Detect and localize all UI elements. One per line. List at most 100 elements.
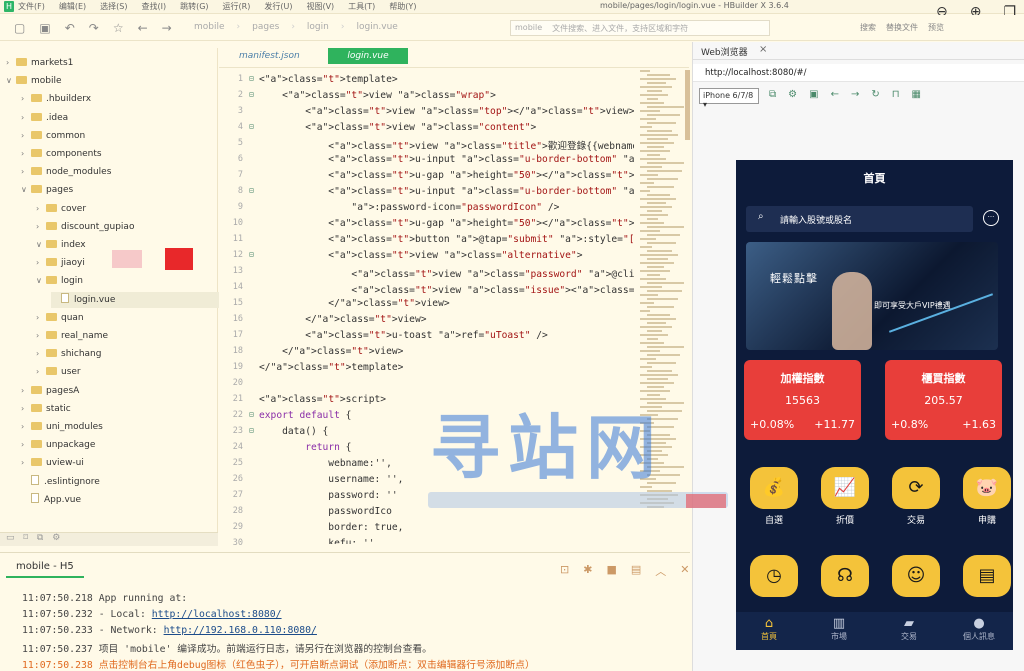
code-line[interactable]: </"a">class="t">view> <box>259 346 403 357</box>
fold-toggle-icon[interactable]: ⊟ <box>249 74 254 83</box>
forward-icon[interactable]: → <box>851 89 859 100</box>
nav-item-trade[interactable]: ▰ 交易 <box>884 616 934 642</box>
fold-toggle-icon[interactable]: ⊟ <box>249 250 254 259</box>
favorite-icon[interactable]: ☆ <box>113 21 124 35</box>
chevron-right-icon[interactable]: › <box>21 383 31 399</box>
code-line[interactable]: return { <box>259 442 351 453</box>
tree-item[interactable]: › .hbuilderx <box>21 91 91 107</box>
folder-icon[interactable]: ▭ <box>6 533 15 543</box>
settings-icon[interactable]: ⚙ <box>52 533 60 543</box>
stock-search-input[interactable]: ⌕ 請輸入股號或股名 <box>746 206 973 232</box>
chevron-right-icon[interactable]: › <box>21 419 31 435</box>
tree-item[interactable]: ∨ mobile <box>6 73 62 89</box>
save-icon[interactable]: ▣ <box>39 21 50 35</box>
lock-icon[interactable]: ⊓ <box>892 89 900 100</box>
chevron-right-icon[interactable]: › <box>6 55 16 71</box>
url-bar[interactable]: http://localhost:8080/#/ <box>693 64 1024 82</box>
device-select[interactable]: iPhone 6/7/8 ▾ <box>699 88 759 109</box>
code-line[interactable]: </"a">class="t">template> <box>259 362 403 373</box>
browser-tab[interactable]: Web浏览器 × <box>693 42 1024 60</box>
code-line[interactable]: kefu: '' <box>259 538 374 544</box>
tree-item[interactable]: › node_modules <box>21 164 111 180</box>
chevron-right-icon[interactable]: › <box>21 164 31 180</box>
nav-item-market[interactable]: ▥ 市場 <box>814 616 864 642</box>
code-line[interactable]: <"a">class="t">script> <box>259 394 386 405</box>
copy-icon[interactable]: ⧉ <box>37 533 43 543</box>
code-line[interactable]: <"a">class="t">template> <box>259 74 398 85</box>
code-line[interactable]: <"a">class="t">u-input "a">class="u-bord… <box>259 154 634 165</box>
stop-icon[interactable]: ■ <box>606 563 616 579</box>
chevron-down-icon[interactable]: ∨ <box>36 273 46 289</box>
code-line[interactable]: <"a">class="t">u-gap "a">height="50"></"… <box>259 218 634 229</box>
chevron-right-icon[interactable]: › <box>21 146 31 162</box>
menu-item[interactable]: 运行(R) <box>223 1 251 12</box>
chevron-right-icon[interactable]: › <box>21 455 31 471</box>
code-line[interactable]: <"a">class="t">view "a">class="title">歡迎… <box>259 138 634 152</box>
tree-item[interactable]: › .idea <box>21 110 68 126</box>
tree-item[interactable]: › quan <box>36 310 84 326</box>
tree-item[interactable]: › pagesA <box>21 383 79 399</box>
chevron-right-icon[interactable]: › <box>36 201 46 217</box>
user-icon[interactable]: ☺ <box>892 555 940 597</box>
chevron-right-icon[interactable]: › <box>21 401 31 417</box>
bookmark-icon[interactable]: ⌑ <box>23 533 28 543</box>
fold-toggle-icon[interactable]: ⊟ <box>249 186 254 195</box>
code-line[interactable]: password: '' <box>259 490 397 501</box>
menu-item[interactable]: 跳转(G) <box>180 1 208 12</box>
breadcrumb-item[interactable]: login.vue <box>356 22 397 32</box>
lock-icon[interactable]: ⊡ <box>560 563 569 579</box>
toolbar-action[interactable]: 替换文件 <box>886 22 918 33</box>
toolbar-action[interactable]: 搜索 <box>860 22 876 33</box>
close-panel-icon[interactable]: ✕ <box>680 563 689 579</box>
code-line[interactable]: border: true, <box>259 522 403 533</box>
tree-item[interactable]: › components <box>21 146 102 162</box>
settings-icon[interactable]: ⚙ <box>788 89 797 100</box>
menu-item[interactable]: 编辑(E) <box>59 1 86 12</box>
promo-banner[interactable]: 輕鬆點擊 即可享受大戶VIP禮遇 <box>746 242 998 350</box>
chevron-right-icon[interactable]: › <box>36 255 46 271</box>
exchange-icon[interactable]: ⟳ <box>892 467 940 509</box>
tree-item[interactable]: › real_name <box>36 328 108 344</box>
tree-item[interactable]: .eslintignore <box>21 474 100 490</box>
search-input[interactable]: mobile 文件搜索、进入文件，支持区域和字符 <box>510 20 770 36</box>
code-line[interactable]: data() { <box>259 426 328 437</box>
back-icon[interactable]: ← <box>138 21 148 35</box>
tree-item[interactable]: › discount_gupiao <box>36 219 134 235</box>
chart-up-icon[interactable]: 📈 <box>821 467 869 509</box>
browser-tab-label[interactable]: Web浏览器 <box>701 45 748 58</box>
fold-toggle-icon[interactable]: ⊟ <box>249 410 254 419</box>
nav-item-home[interactable]: ⌂ 首頁 <box>744 616 794 642</box>
code-line[interactable]: <"a">class="t">view "a">class="password"… <box>259 266 634 280</box>
chevron-right-icon[interactable]: › <box>21 110 31 126</box>
code-line[interactable]: export default { <box>259 410 351 421</box>
chevron-down-icon[interactable]: ∨ <box>36 237 46 253</box>
redo-icon[interactable]: ↷ <box>89 21 99 35</box>
tab-manifest-json[interactable]: manifest.json <box>231 48 308 64</box>
chevron-right-icon[interactable]: › <box>36 310 46 326</box>
menu-item[interactable]: 发行(U) <box>264 1 292 12</box>
refresh-icon[interactable]: ↻ <box>871 89 879 100</box>
tree-item[interactable]: › static <box>21 401 71 417</box>
menu-item[interactable]: 帮助(Y) <box>389 1 416 12</box>
code-line[interactable]: <"a">class="t">view "a">class="top"></"a… <box>259 106 634 117</box>
code-line[interactable]: passwordIco <box>259 506 392 517</box>
log-link[interactable]: http://192.168.0.110:8080/ <box>164 625 317 636</box>
console-tab[interactable]: mobile - H5 <box>6 561 84 578</box>
chevron-right-icon[interactable]: › <box>36 219 46 235</box>
code-line[interactable]: <"a">class="t">u-toast "a">ref="uToast" … <box>259 330 548 341</box>
money-bag-icon[interactable]: 💰 <box>750 467 798 509</box>
chevron-right-icon[interactable]: › <box>21 128 31 144</box>
menu-item[interactable]: 选择(S) <box>100 1 127 12</box>
menu-item[interactable]: 查找(I) <box>141 1 166 12</box>
code-line[interactable]: <"a">class="t">view "a">class="wrap"> <box>259 90 496 101</box>
index-card[interactable]: 櫃買指數 205.57 +0.8% +1.63 <box>885 360 1002 440</box>
new-file-icon[interactable]: ▢ <box>14 21 25 35</box>
chat-icon[interactable]: ··· <box>983 210 999 226</box>
chevron-right-icon[interactable]: › <box>36 346 46 362</box>
breadcrumb-item[interactable]: mobile <box>194 22 225 32</box>
tree-item[interactable]: ∨ index <box>36 237 86 253</box>
editor-scrollbar[interactable] <box>685 70 690 140</box>
chevron-right-icon[interactable]: › <box>36 328 46 344</box>
log-link[interactable]: http://localhost:8080/ <box>152 609 282 620</box>
nav-item-profile[interactable]: ● 個人訊息 <box>954 616 1004 642</box>
